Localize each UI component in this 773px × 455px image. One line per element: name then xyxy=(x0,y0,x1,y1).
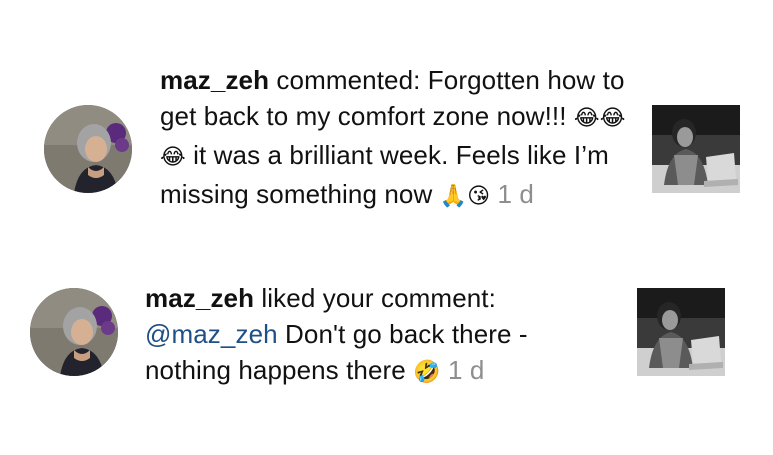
avatar-photo xyxy=(44,105,132,193)
post-thumbnail[interactable] xyxy=(637,288,725,376)
timestamp: 1 d xyxy=(490,179,534,209)
avatar[interactable] xyxy=(30,288,118,376)
username[interactable]: maz_zeh xyxy=(145,283,254,313)
mention-link[interactable]: @maz_zeh xyxy=(145,319,278,349)
timestamp: 1 d xyxy=(440,355,485,385)
post-photo xyxy=(652,105,740,193)
notification-text: maz_zeh commented: Forgotten how to get … xyxy=(160,62,630,215)
comment-text: it was a brilliant week. Feels like I’m … xyxy=(160,140,609,209)
post-thumbnail[interactable] xyxy=(652,105,740,193)
username[interactable]: maz_zeh xyxy=(160,65,269,95)
notification-text: maz_zeh liked your comment: @maz_zeh Don… xyxy=(145,280,615,391)
post-photo xyxy=(637,288,725,376)
avatar[interactable] xyxy=(44,105,132,193)
action-text: liked your comment: xyxy=(254,283,496,313)
avatar-photo xyxy=(30,288,118,376)
emoji-rofl: 🤣 xyxy=(413,360,441,385)
emoji-pray-kiss: 🙏😘 xyxy=(439,184,491,209)
